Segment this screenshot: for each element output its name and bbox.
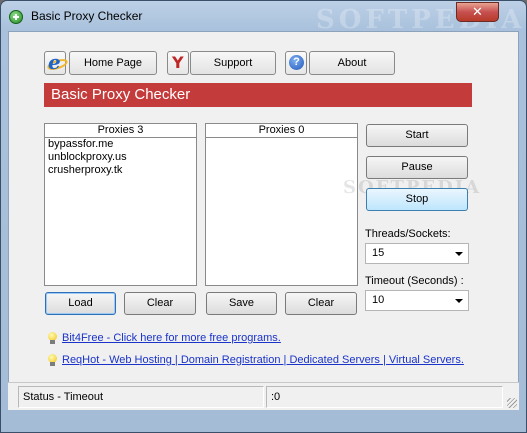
app-icon — [9, 10, 23, 24]
yahoo-icon[interactable] — [167, 51, 189, 75]
proxies-list-left[interactable]: Proxies 3 bypassfor.me unblockproxy.us c… — [44, 123, 197, 286]
status-count: :0 — [266, 386, 503, 408]
threads-value: 15 — [372, 247, 385, 259]
list-header-left: Proxies 3 — [45, 124, 196, 138]
pause-button[interactable]: Pause — [366, 156, 468, 179]
reqhot-link[interactable]: ReqHot - Web Hosting | Domain Registrati… — [62, 354, 464, 366]
client-area: Home Page Support ? About Basic Proxy Ch… — [8, 31, 519, 410]
status-bar: Status - Timeout :0 — [8, 382, 519, 410]
chevron-down-icon[interactable] — [455, 299, 463, 303]
banner-title: Basic Proxy Checker — [44, 83, 472, 107]
list-item[interactable]: bypassfor.me — [45, 138, 196, 151]
clear-right-button[interactable]: Clear — [285, 292, 357, 315]
threads-label: Threads/Sockets: — [365, 228, 451, 240]
start-button[interactable]: Start — [366, 124, 468, 147]
home-page-button[interactable]: Home Page — [69, 51, 157, 75]
clear-left-button[interactable]: Clear — [124, 292, 196, 315]
lightbulb-icon — [47, 332, 57, 344]
window-title: Basic Proxy Checker — [31, 9, 143, 23]
timeout-value: 10 — [372, 294, 385, 306]
help-icon: ? — [289, 55, 304, 70]
threads-select[interactable]: 15 — [365, 243, 469, 264]
timeout-label: Timeout (Seconds) : — [365, 275, 464, 287]
list-item[interactable]: crusherproxy.tk — [45, 164, 196, 177]
load-button[interactable]: Load — [45, 292, 116, 315]
chevron-down-icon[interactable] — [455, 252, 463, 256]
app-window: Basic Proxy Checker SOFTPEDIA ✕ Home Pag… — [0, 0, 527, 433]
help-icon-button[interactable]: ? — [285, 51, 307, 75]
list-header-right: Proxies 0 — [206, 124, 357, 138]
bit4free-link[interactable]: Bit4Free - Click here for more free prog… — [62, 332, 281, 344]
lightbulb-icon — [47, 354, 57, 366]
close-button[interactable]: ✕ — [456, 2, 499, 22]
ie-icon[interactable] — [44, 50, 66, 75]
support-button[interactable]: Support — [190, 51, 276, 75]
title-bar[interactable]: Basic Proxy Checker SOFTPEDIA ✕ — [1, 1, 526, 35]
timeout-select[interactable]: 10 — [365, 290, 469, 311]
resize-grip[interactable] — [507, 398, 517, 408]
save-button[interactable]: Save — [206, 292, 277, 315]
proxies-list-right[interactable]: Proxies 0 — [205, 123, 358, 286]
list-item[interactable]: unblockproxy.us — [45, 151, 196, 164]
stop-button[interactable]: Stop — [366, 188, 468, 211]
about-button[interactable]: About — [309, 51, 395, 75]
status-text: Status - Timeout — [18, 386, 264, 408]
